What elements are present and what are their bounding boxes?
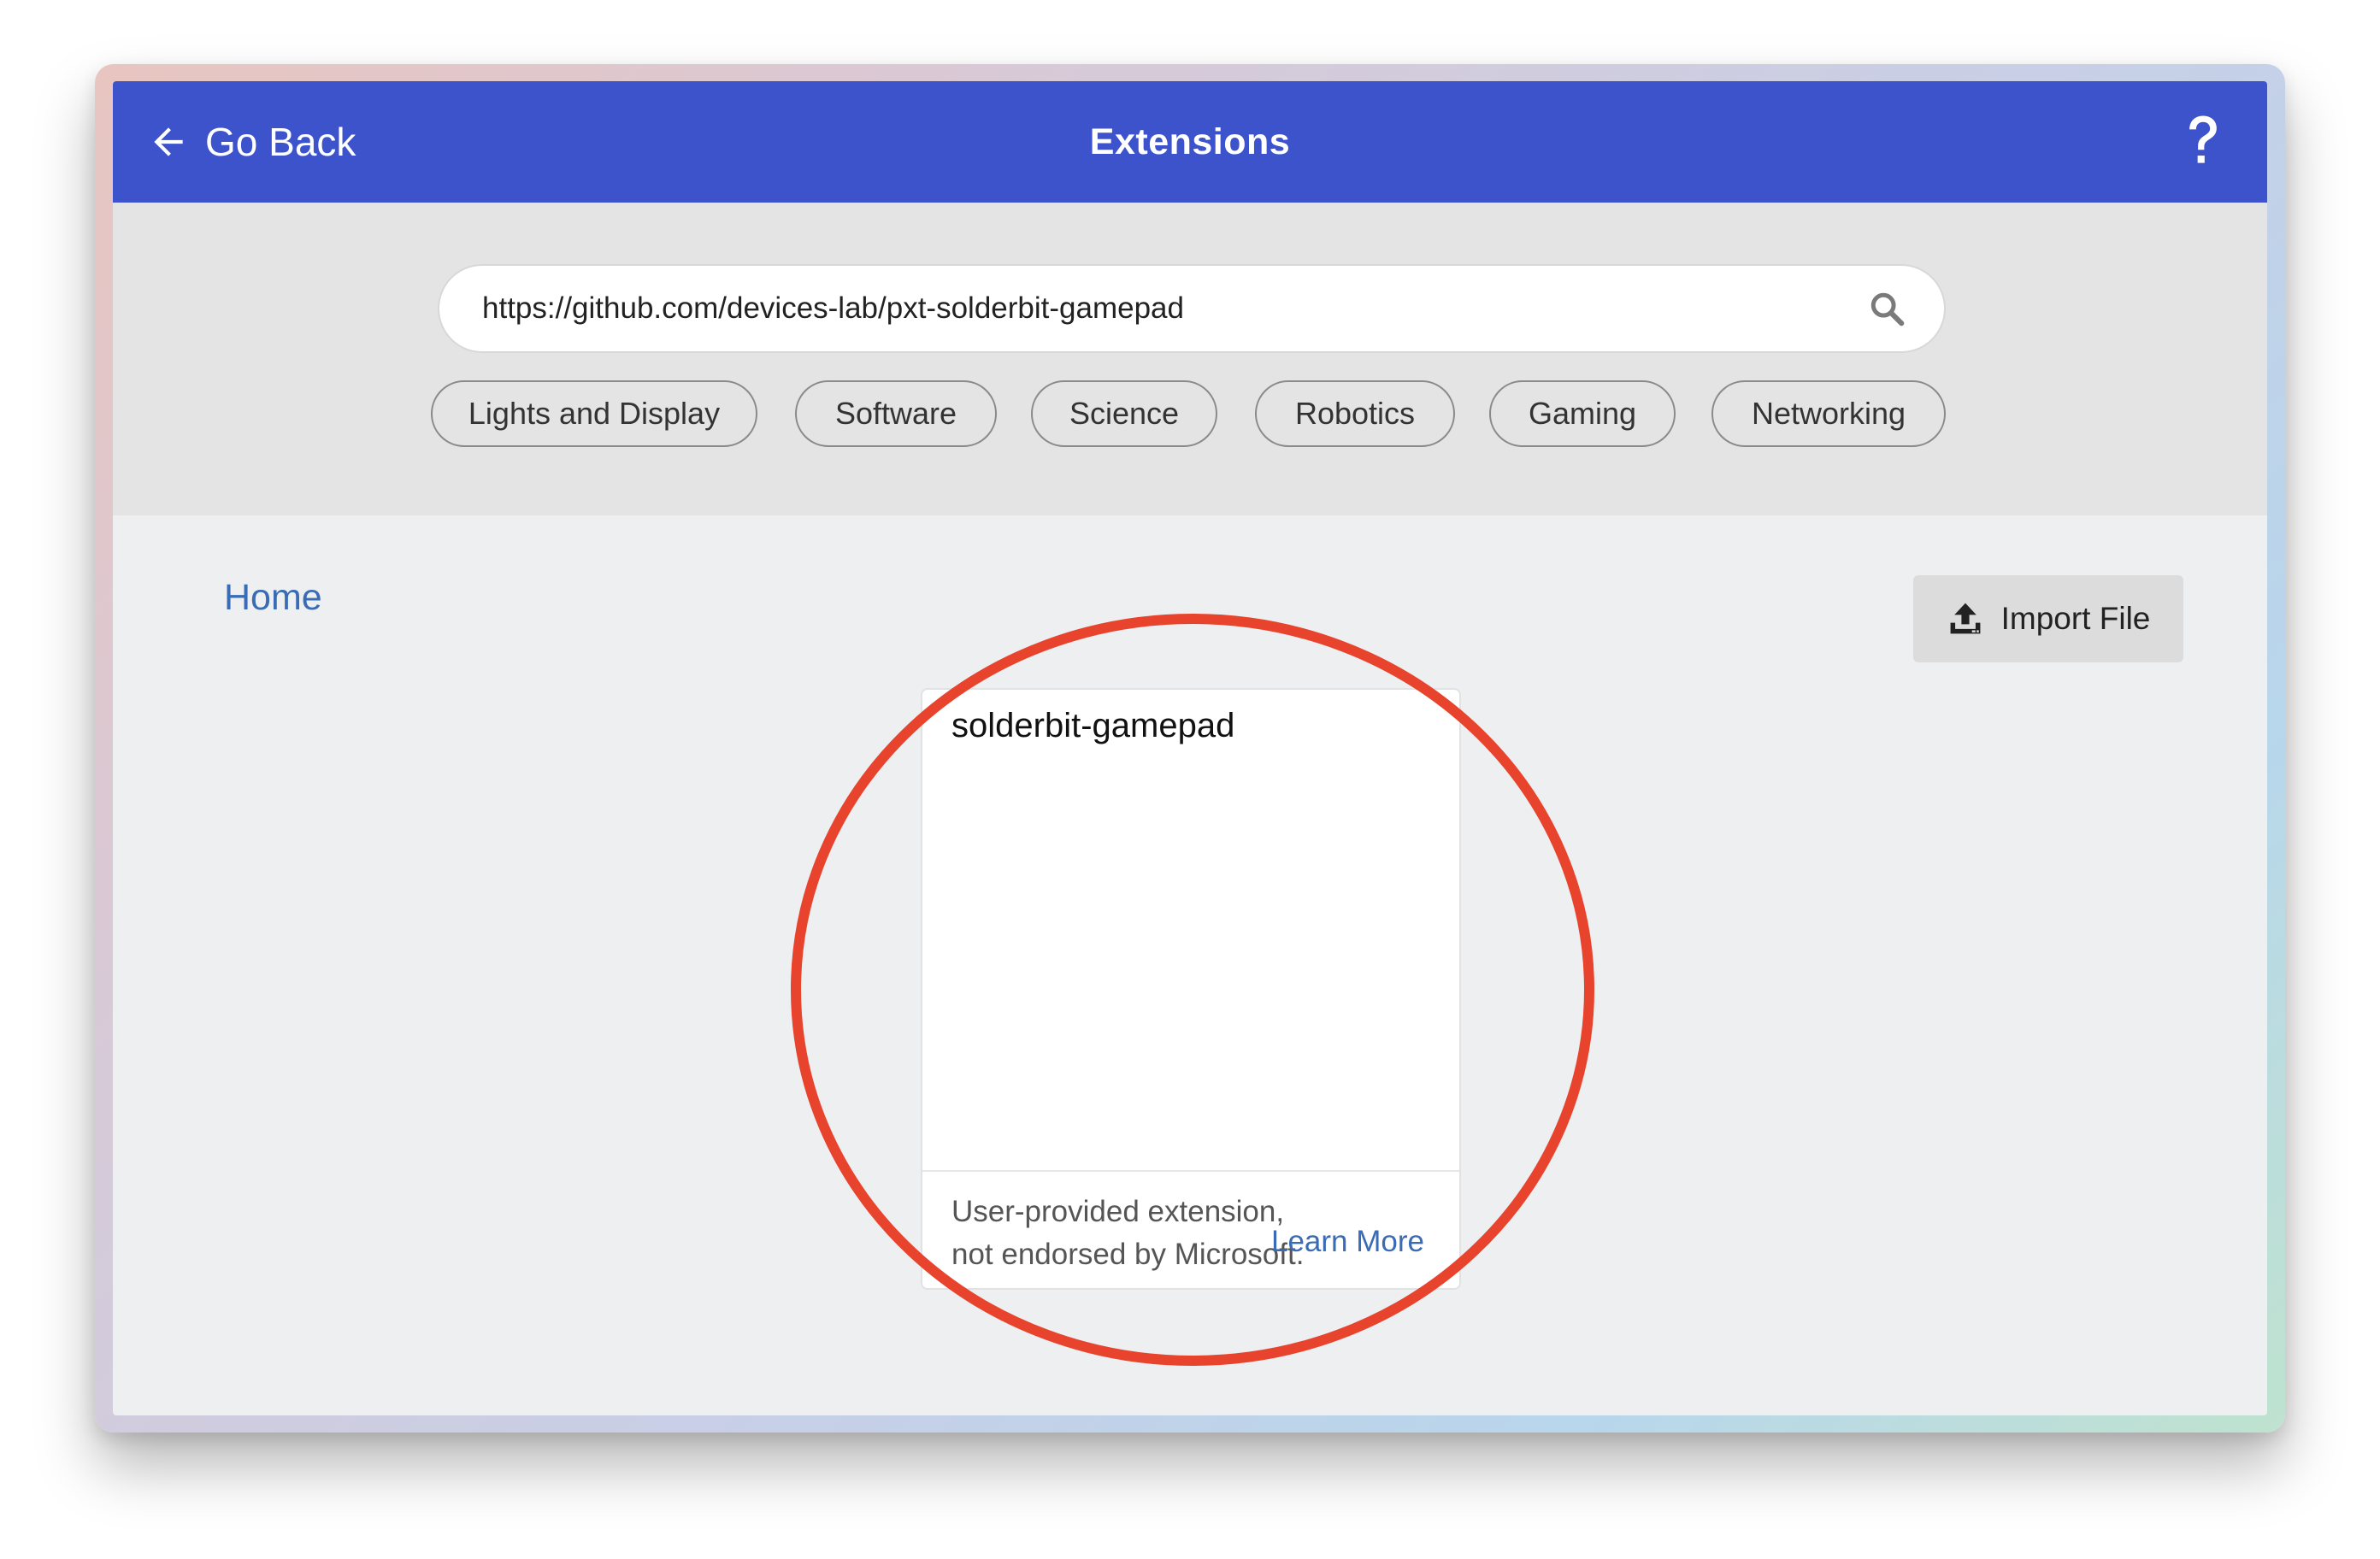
upload-icon: [1947, 600, 2001, 638]
help-button[interactable]: [2173, 107, 2233, 175]
extensions-dialog: Go Back Extensions Lights and Displ: [113, 81, 2267, 1415]
header-bar: Go Back Extensions: [113, 81, 2267, 203]
extension-card[interactable]: solderbit-gamepad User-provided extensio…: [921, 688, 1461, 1290]
search-panel: Lights and Display Software Science Robo…: [113, 203, 2267, 515]
import-file-button[interactable]: Import File: [1913, 575, 2183, 662]
extension-card-footer: User-provided extension, not endorsed by…: [922, 1170, 1459, 1288]
category-chip-gaming[interactable]: Gaming: [1489, 380, 1676, 447]
category-chip-robotics[interactable]: Robotics: [1255, 380, 1455, 447]
extension-card-title: solderbit-gamepad: [951, 707, 1235, 744]
category-chip-lights-and-display[interactable]: Lights and Display: [431, 380, 757, 447]
category-chip-science[interactable]: Science: [1031, 380, 1217, 447]
breadcrumb-home[interactable]: Home: [224, 577, 322, 619]
category-chips: Lights and Display Software Science Robo…: [113, 380, 2267, 450]
extension-disclaimer: User-provided extension, not endorsed by…: [951, 1195, 1305, 1271]
search-box: [438, 264, 1946, 353]
search-icon[interactable]: [1867, 289, 1906, 328]
learn-more-link[interactable]: Learn More: [1271, 1225, 1424, 1259]
page-title: Extensions: [1089, 121, 1291, 162]
category-chip-software[interactable]: Software: [795, 380, 997, 447]
search-input[interactable]: [482, 266, 1833, 351]
category-chip-networking[interactable]: Networking: [1711, 380, 1946, 447]
question-mark-icon: [2183, 112, 2223, 170]
import-file-label: Import File: [2000, 601, 2151, 636]
